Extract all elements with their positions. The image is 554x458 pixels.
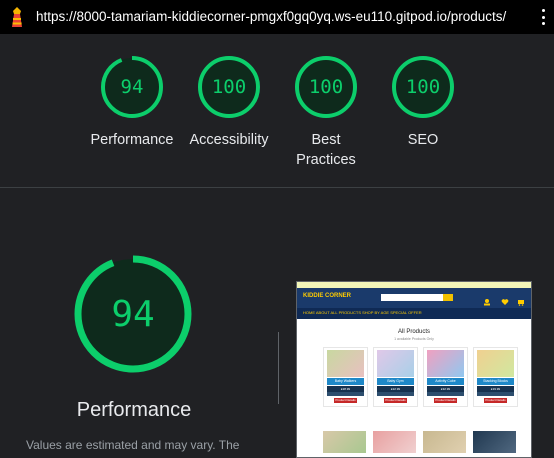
screenshot-navbar: KIDDIE CORNER	[297, 288, 531, 308]
main-category-title: Performance	[76, 399, 192, 421]
estimate-disclaimer: Values are estimated and may vary. The	[26, 438, 240, 452]
product-details-button: Product Details	[434, 398, 457, 403]
score-label-seo: SEO	[407, 132, 439, 148]
product-image	[473, 431, 516, 453]
product-image	[373, 431, 416, 453]
score-label-performance: Performance	[90, 132, 174, 148]
score-gauge-best-practices[interactable]: 100	[294, 55, 358, 119]
screenshot-heading: All Products	[397, 329, 430, 335]
screenshot-content: All Products 1 available Products Only B…	[297, 319, 531, 457]
product-meta	[327, 392, 364, 396]
wishlist-icon	[501, 293, 509, 305]
final-screenshot[interactable]: KIDDIE CORNER HOME ABOUT ALL PRODUCTS SH…	[296, 281, 532, 458]
screenshot-brand: KIDDIE CORNER	[303, 293, 352, 299]
score-gauge-seo[interactable]: 100	[391, 55, 455, 119]
vertical-divider	[278, 332, 279, 404]
product-meta	[477, 392, 514, 396]
score-label-accessibility: Accessibility	[189, 132, 269, 148]
product-title: Stacking Blocks	[477, 378, 514, 385]
screenshot-search-button	[443, 294, 453, 301]
product-details-button: Product Details	[484, 398, 507, 403]
screenshot-subnav: HOME ABOUT ALL PRODUCTS SHOP BY AGE SPEC…	[297, 308, 531, 319]
score-gauge-performance[interactable]: 94	[100, 55, 164, 119]
product-card: Baby Gym £22.99 Product Details	[373, 347, 418, 407]
product-title: Baby Walkers	[327, 378, 364, 385]
score-gauge-accessibility[interactable]: 100	[197, 55, 261, 119]
score-value: 94	[120, 76, 144, 98]
product-image	[377, 350, 414, 377]
screenshot-nav-links: HOME ABOUT ALL PRODUCTS SHOP BY AGE SPEC…	[303, 310, 422, 315]
screenshot-search	[381, 294, 443, 301]
product-card: Baby Walkers £28.99 Product Details	[323, 347, 368, 407]
product-image	[427, 350, 464, 377]
screenshot-subheading: 1 available Products Only	[394, 337, 434, 341]
main-score-value: 94	[111, 293, 155, 335]
product-meta	[427, 392, 464, 396]
product-image	[477, 350, 514, 377]
product-image	[423, 431, 466, 453]
account-icon	[483, 293, 491, 306]
product-details-button: Product Details	[384, 398, 407, 403]
section-divider	[0, 187, 554, 188]
product-image	[323, 431, 366, 453]
product-meta	[377, 392, 414, 396]
score-value: 100	[405, 76, 441, 98]
lighthouse-icon	[12, 7, 22, 27]
more-options-icon[interactable]	[538, 9, 548, 25]
score-value: 100	[211, 76, 247, 98]
product-card: Stacking Blocks £19.99 Product Details	[473, 347, 518, 407]
page-url[interactable]: https://8000-tamariam-kiddiecorner-pmgxf…	[36, 9, 506, 24]
score-label-best-practices: Best Practices	[296, 132, 356, 168]
product-card: Activity Cube £32.99 Product Details	[423, 347, 468, 407]
cart-icon	[517, 293, 525, 306]
product-title: Baby Gym	[377, 378, 414, 385]
performance-main-gauge: 94	[73, 254, 193, 374]
product-details-button: Product Details	[334, 398, 357, 403]
score-value: 100	[308, 76, 344, 98]
address-bar: https://8000-tamariam-kiddiecorner-pmgxf…	[0, 0, 554, 34]
product-title: Activity Cube	[427, 378, 464, 385]
product-image	[327, 350, 364, 377]
